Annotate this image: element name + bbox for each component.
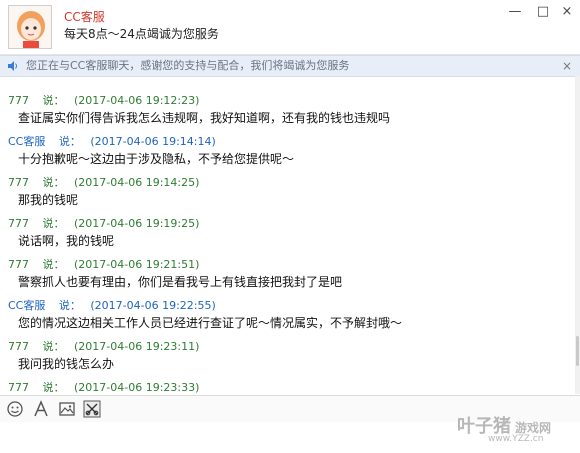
message-text: 查证属实你们得告诉我怎么违规啊，我好知道啊，还有我的钱也违规吗 [18, 111, 391, 125]
message-time: (2017-04-06 19:22:55) [90, 299, 216, 312]
message-text: 警察抓人也要有理由，你们是看我号上有钱直接把我封了是吧 [18, 275, 343, 289]
agent-avatar [8, 5, 52, 49]
message-separator: 说： [42, 381, 65, 394]
message-separator: 说： [42, 258, 65, 271]
message-time: (2017-04-06 19:23:11) [74, 340, 200, 353]
message-sender: 777 [8, 340, 29, 353]
speaker-icon [8, 61, 17, 71]
watermark-sub: 游戏网 [515, 421, 552, 435]
minimize-button[interactable]: — [506, 4, 524, 20]
screenshot-icon[interactable] [83, 400, 101, 418]
message-separator: 说： [42, 217, 65, 230]
message-separator: 说： [42, 94, 65, 107]
message-separator: 说： [42, 176, 65, 189]
maximize-button[interactable]: □ [534, 4, 552, 20]
message-sender: 777 [8, 381, 29, 394]
message-text: 我问我的钱怎么办 [18, 357, 115, 371]
message-sender: 777 [8, 176, 29, 189]
chat-scrollbar[interactable] [575, 76, 580, 394]
notice-text: 您正在与CC客服聊天，感谢您的支持与配合，我们将竭诚为您服务 [26, 59, 350, 72]
close-button[interactable]: × [558, 4, 576, 20]
message-text: 那我的钱呢 [18, 193, 79, 207]
smiley-icon[interactable] [6, 400, 24, 418]
message-sender: 777 [8, 94, 29, 107]
message-separator: 说： [42, 340, 65, 353]
scrollbar-thumb[interactable] [576, 336, 579, 366]
message-text: 您的情况这边相关工作人员已经进行查证了呢～情况属实，不予解封哦～ [18, 316, 403, 330]
message-time: (2017-04-06 19:19:25) [74, 217, 200, 230]
message-sender: CC客服 [8, 135, 46, 148]
message-text: 十分抱歉呢～这边由于涉及隐私，不予给您提供呢～ [18, 152, 295, 166]
message-time: (2017-04-06 19:14:14) [90, 135, 216, 148]
chat-subtitle: 每天8点～24点竭诚为您服务 [64, 27, 219, 41]
font-icon[interactable] [32, 400, 50, 418]
message-sender: 777 [8, 217, 29, 230]
message-text: 说话啊，我的钱呢 [18, 234, 115, 248]
message-time: (2017-04-06 19:14:25) [74, 176, 200, 189]
message-separator: 说： [58, 135, 81, 148]
chat-header: CC客服 每天8点～24点竭诚为您服务 — □ × [0, 0, 580, 55]
watermark-url: www.YZZ.cn [488, 434, 544, 444]
message-time: (2017-04-06 19:23:33) [74, 381, 200, 394]
message-sender: CC客服 [8, 299, 46, 312]
notice-close-icon[interactable]: × [562, 56, 572, 76]
message-separator: 说： [58, 299, 81, 312]
image-icon[interactable] [58, 400, 76, 418]
message-time: (2017-04-06 19:21:51) [74, 258, 200, 271]
message-sender: 777 [8, 258, 29, 271]
chat-history[interactable]: 777 说： (2017-04-06 19:12:23) 查证属实你们得告诉我怎… [0, 76, 575, 394]
message-time: (2017-04-06 19:12:23) [74, 94, 200, 107]
avatar-illustration [9, 6, 51, 48]
chat-title: CC客服 [64, 10, 105, 24]
notice-bar: 您正在与CC客服聊天，感谢您的支持与配合，我们将竭诚为您服务 × [0, 55, 580, 77]
